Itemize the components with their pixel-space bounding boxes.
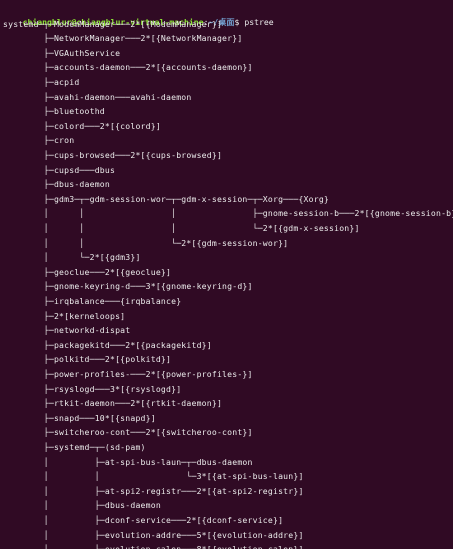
process-tree-line: ├─snapd───10*[{snapd}] [43, 412, 156, 423]
process-tree-line: ├─irqbalance───{irqbalance} [43, 295, 182, 306]
process-tree-line: │ │ │ ├─gnome-session-b───2*[{gnome-sess… [43, 208, 453, 219]
process-tree-line: ├─polkitd───2*[{polkitd}] [43, 354, 171, 365]
process-tree-line: │ ├─at-spi-bus-laun─┬─dbus-daemon [43, 456, 253, 467]
process-tree-line: ├─cupsd───dbus [43, 164, 115, 175]
process-tree-line: ├─avahi-daemon───avahi-daemon [43, 91, 192, 102]
process-tree-line: ├─rtkit-daemon───2*[{rtkit-daemon}] [43, 398, 222, 409]
process-tree-line: ├─accounts-daemon───2*[{accounts-daemon}… [43, 62, 253, 73]
prompt-command: pstree [244, 16, 274, 27]
process-tree-line: ├─systemd─┬─(sd-pam) [43, 441, 146, 452]
process-tree-line: ├─acpid [43, 76, 80, 87]
process-tree-line: ├─packagekitd───2*[{packagekitd}] [43, 339, 212, 350]
prompt-symbol: $ [234, 16, 240, 27]
process-tree-line: │ ├─dconf-service───2*[{dconf-service}] [43, 514, 283, 525]
process-tree-line: ├─gnome-keyring-d───3*[{gnome-keyring-d}… [43, 281, 253, 292]
process-tree-line: ├─rsyslogd───3*[{rsyslogd}] [43, 383, 182, 394]
process-tree-line: ├─colord───2*[{colord}] [43, 120, 161, 131]
process-tree-line: ├─NetworkManager───2*[{NetworkManager}] [43, 33, 243, 44]
process-tree-line: │ ├─at-spi2-registr───2*[{at-spi2-regist… [43, 485, 304, 496]
process-tree-line: ├─networkd-dispat [43, 325, 131, 336]
process-tree-line: │ ├─evolution-calen───8*[{evolution-cale… [3, 542, 304, 549]
process-tree-line: ├─gdm3─┬─gdm-session-wor─┬─gdm-x-session… [43, 193, 329, 204]
process-tree-line: ├─power-profiles-───2*[{power-profiles-}… [43, 368, 253, 379]
process-tree-line: ├─VGAuthService [43, 47, 120, 58]
process-tree-line: ├─dbus-daemon [43, 179, 110, 190]
process-tree-line: │ │ └─3*[{at-spi-bus-laun}] [43, 471, 304, 482]
process-tree-line: ├─geoclue───2*[{geoclue}] [43, 266, 171, 277]
process-tree-line: │ │ └─2*[{gdm-session-wor}] [43, 237, 289, 248]
process-tree-line: │ ├─evolution-addre───5*[{evolution-addr… [43, 529, 304, 540]
process-tree-line: │ ├─dbus-daemon [43, 500, 161, 511]
process-tree-line: ├─cups-browsed───2*[{cups-browsed}] [43, 149, 222, 160]
process-tree-line: systemd─┬─ModemManager───2*[{ModemManage… [3, 18, 222, 29]
process-tree-line: ├─bluetoothd [43, 106, 105, 117]
process-tree-line: │ │ │ └─2*[{gdm-x-session}] [43, 222, 360, 233]
process-tree-line: ├─2*[kerneloops] [43, 310, 126, 321]
process-tree-line: ├─switcheroo-cont───2*[{switcheroo-cont}… [43, 427, 253, 438]
process-tree-line: ├─cron [43, 135, 75, 146]
prompt-line: chiangblur@chiangblur-virtual-machine:~/… [3, 0, 274, 27]
process-tree-line: │ └─2*[{gdm3}] [43, 252, 141, 263]
terminal-window[interactable]: chiangblur@chiangblur-virtual-machine:~/… [0, 0, 453, 549]
